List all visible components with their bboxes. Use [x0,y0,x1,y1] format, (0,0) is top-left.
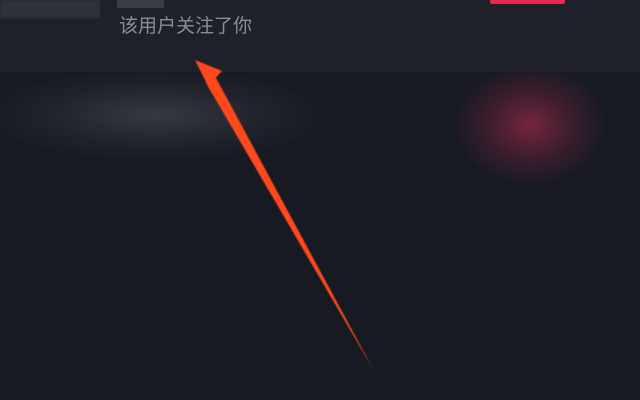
tag-badge [117,0,164,8]
blurred-content-right [455,65,605,185]
blurred-content-left [0,70,320,160]
avatar[interactable] [0,0,100,18]
screen: 该用户关注了你 [0,0,640,400]
follow-notification-text: 该用户关注了你 [119,15,253,37]
follow-back-button[interactable] [490,0,565,4]
notification-card[interactable]: 该用户关注了你 [0,0,640,72]
